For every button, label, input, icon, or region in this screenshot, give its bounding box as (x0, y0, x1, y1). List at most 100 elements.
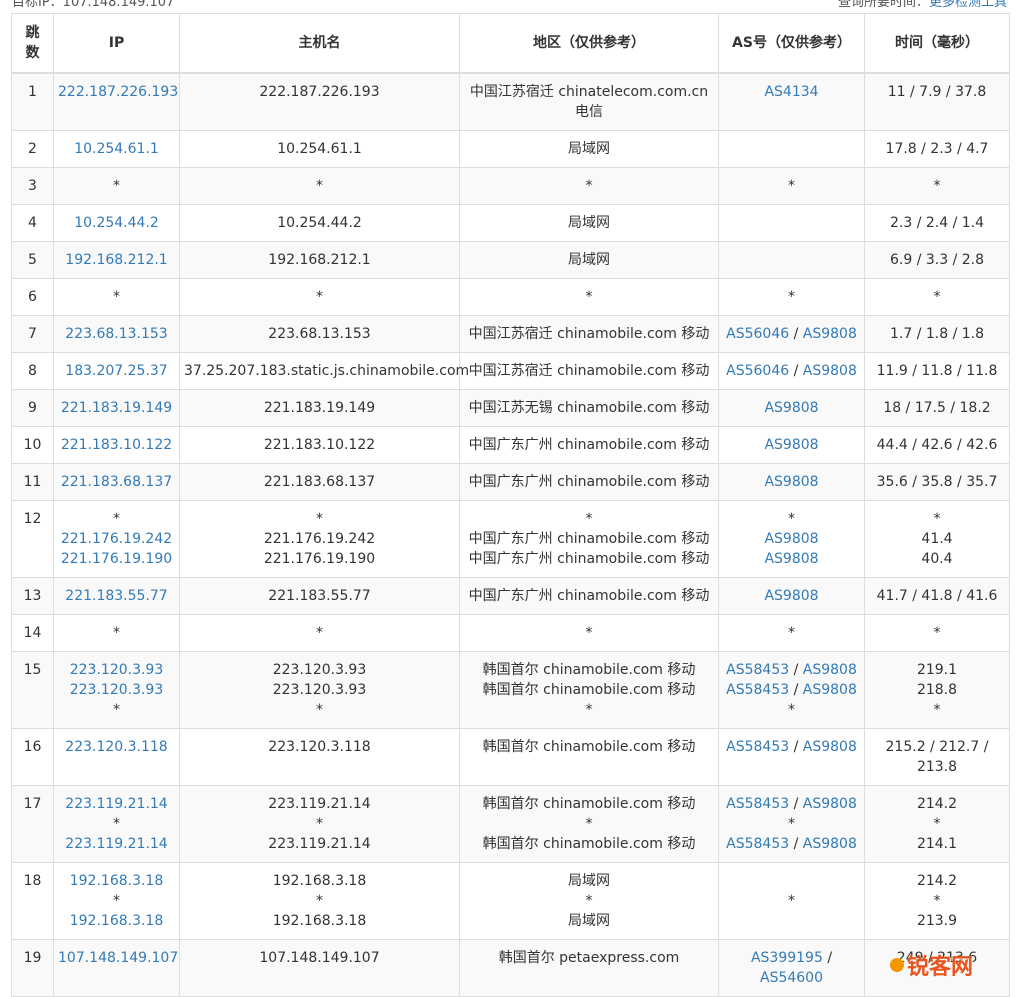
as-cell: * AS9808 AS9808 (718, 500, 865, 578)
ip-link[interactable]: 192.168.3.18 (58, 871, 175, 891)
ip-link[interactable]: 221.183.55.77 (58, 586, 175, 606)
hop-cell: 19 (11, 939, 54, 997)
hostname-text: * (316, 625, 323, 641)
ip-link[interactable]: 223.120.3.93 (58, 660, 175, 680)
ip-link[interactable]: 223.120.3.118 (58, 737, 175, 757)
latency-text: 41.7 / 41.8 / 41.6 (876, 588, 998, 604)
time-cell: 6.9 / 3.3 / 2.8 (864, 241, 1010, 279)
as-link[interactable]: AS9808 (764, 531, 818, 547)
region-cell: 局域网 (459, 204, 719, 242)
traceroute-table: 跳数 IP 主机名 地区（仅供参考） AS号（仅供参考） 时间（毫秒） 1 222… (11, 13, 1010, 997)
host-cell: 192.168.212.1 (179, 241, 460, 279)
host-cell: * (179, 167, 460, 205)
as-line (723, 911, 860, 931)
as-link[interactable]: AS9808 (764, 474, 818, 490)
ip-link[interactable]: 10.254.44.2 (58, 213, 175, 233)
region-text: 中国江苏宿迁 chinatelecom.com.cn (469, 84, 709, 100)
time-cell: 17.8 / 2.3 / 4.7 (864, 130, 1010, 168)
hop-cell: 1 (11, 72, 54, 131)
ip-link[interactable]: 223.119.21.14 (58, 794, 175, 814)
ip-cell: * (53, 167, 180, 205)
as-link[interactable]: AS9808 (803, 363, 857, 379)
as-link[interactable]: AS9808 (764, 437, 818, 453)
as-timeout: * (788, 178, 795, 194)
header-hop: 跳数 (11, 13, 54, 74)
time-cell: 44.4 / 42.6 / 42.6 (864, 426, 1010, 464)
as-link[interactable]: AS58453 (726, 739, 789, 755)
ip-link[interactable]: 10.254.61.1 (58, 139, 175, 159)
ip-link[interactable]: 221.176.19.242 (58, 529, 175, 549)
time-cell: 214.2 * 213.9 (864, 862, 1010, 940)
as-link[interactable]: AS9808 (803, 836, 857, 852)
as-link[interactable]: AS9808 (803, 682, 857, 698)
as-link[interactable]: AS56046 (726, 326, 789, 342)
ip-link[interactable]: 223.68.13.153 (58, 324, 175, 344)
as-link[interactable]: AS9808 (803, 796, 857, 812)
region-text: 电信 (575, 104, 603, 120)
ip-link[interactable]: 192.168.3.18 (58, 911, 175, 931)
as-line: * (723, 891, 860, 911)
hostname-text: 192.168.212.1 (268, 252, 371, 268)
watermark-logo: 锐客网 (889, 950, 973, 980)
ip-link[interactable]: 222.187.226.193 (58, 82, 178, 102)
host-cell: 221.183.68.137 (179, 463, 460, 501)
time-cell: 41.7 / 41.8 / 41.6 (864, 577, 1010, 615)
hop-cell: 3 (11, 167, 54, 205)
as-link[interactable]: AS9808 (764, 400, 818, 416)
hop-cell: 10 (11, 426, 54, 464)
hop-cell: 13 (11, 577, 54, 615)
as-cell (718, 241, 865, 279)
as-link[interactable]: AS54600 (760, 970, 823, 986)
ip-timeout: * (113, 178, 120, 194)
ip-link[interactable]: 221.176.19.190 (58, 549, 175, 569)
host-cell: 37.25.207.183.static.js.chinamobile.com (179, 352, 469, 390)
as-link[interactable]: AS58453 (726, 796, 789, 812)
ip-link[interactable]: 221.183.19.149 (58, 398, 175, 418)
latency-text: 214.2 (916, 873, 958, 889)
latency-text: 213.8 (916, 759, 958, 775)
as-link[interactable]: AS399195 (751, 950, 823, 966)
as-link[interactable]: AS9808 (803, 326, 857, 342)
table-row: 11 221.183.68.137 221.183.68.137 中国广东广州 chi… (11, 463, 1010, 501)
latency-text: 40.4 (921, 551, 953, 567)
latency-text: * (933, 702, 941, 718)
ip-link[interactable]: 221.183.68.137 (58, 472, 175, 492)
as-line: AS56046 / AS9808 (723, 361, 860, 381)
as-line (723, 139, 860, 159)
hop-cell: 4 (11, 204, 54, 242)
as-link[interactable]: AS9808 (764, 551, 818, 567)
time-cell: * (864, 278, 1010, 316)
hostname-text: 221.183.68.137 (263, 474, 376, 490)
as-link[interactable]: AS56046 (726, 363, 789, 379)
time-cell: 2.3 / 2.4 / 1.4 (864, 204, 1010, 242)
ip-link[interactable]: 183.207.25.37 (58, 361, 175, 381)
region-cell: 韩国首尔 petaexpress.com (459, 939, 719, 997)
as-line: * (723, 287, 860, 307)
region-cell: 韩国首尔 chinamobile.com 移动 * 韩国首尔 chinamobile… (459, 785, 719, 863)
as-link[interactable]: AS58453 (726, 682, 789, 698)
as-link[interactable]: AS4134 (764, 84, 818, 100)
as-link[interactable]: AS58453 (726, 662, 789, 678)
hop-cell: 15 (11, 651, 54, 729)
as-link[interactable]: AS9808 (764, 588, 818, 604)
table-row: 15 223.120.3.93 223.120.3.93 * 223.120.3.93 2… (11, 651, 1010, 729)
as-cell: AS399195 / AS54600 (718, 939, 865, 997)
hostname-text: 192.168.3.18 (272, 873, 367, 889)
ip-link[interactable]: 223.120.3.93 (58, 680, 175, 700)
as-separator: / (789, 662, 803, 678)
table-row: 13 221.183.55.77 221.183.55.77 中国广东广州 china… (11, 577, 1010, 615)
ip-link[interactable]: 223.119.21.14 (58, 834, 175, 854)
as-link[interactable]: AS58453 (726, 836, 789, 852)
table-row: 4 10.254.44.2 10.254.44.2 局域网 2.3 / 2.4 / 1… (11, 204, 1010, 242)
ip-link[interactable]: 221.183.10.122 (58, 435, 175, 455)
as-timeout: * (788, 625, 795, 641)
as-link[interactable]: AS9808 (803, 739, 857, 755)
ip-cell: 192.168.3.18 * 192.168.3.18 (53, 862, 180, 940)
table-row: 16 223.120.3.118 223.120.3.118 韩国首尔 chinamo… (11, 728, 1010, 786)
ip-link[interactable]: 192.168.212.1 (58, 250, 175, 270)
region-cell: 韩国首尔 chinamobile.com 移动 (459, 728, 719, 786)
as-link[interactable]: AS9808 (803, 662, 857, 678)
ip-link[interactable]: 107.148.149.107 (58, 948, 178, 968)
host-cell: * (179, 278, 460, 316)
more-tools-link[interactable]: 更多检测工具 (929, 0, 1007, 10)
